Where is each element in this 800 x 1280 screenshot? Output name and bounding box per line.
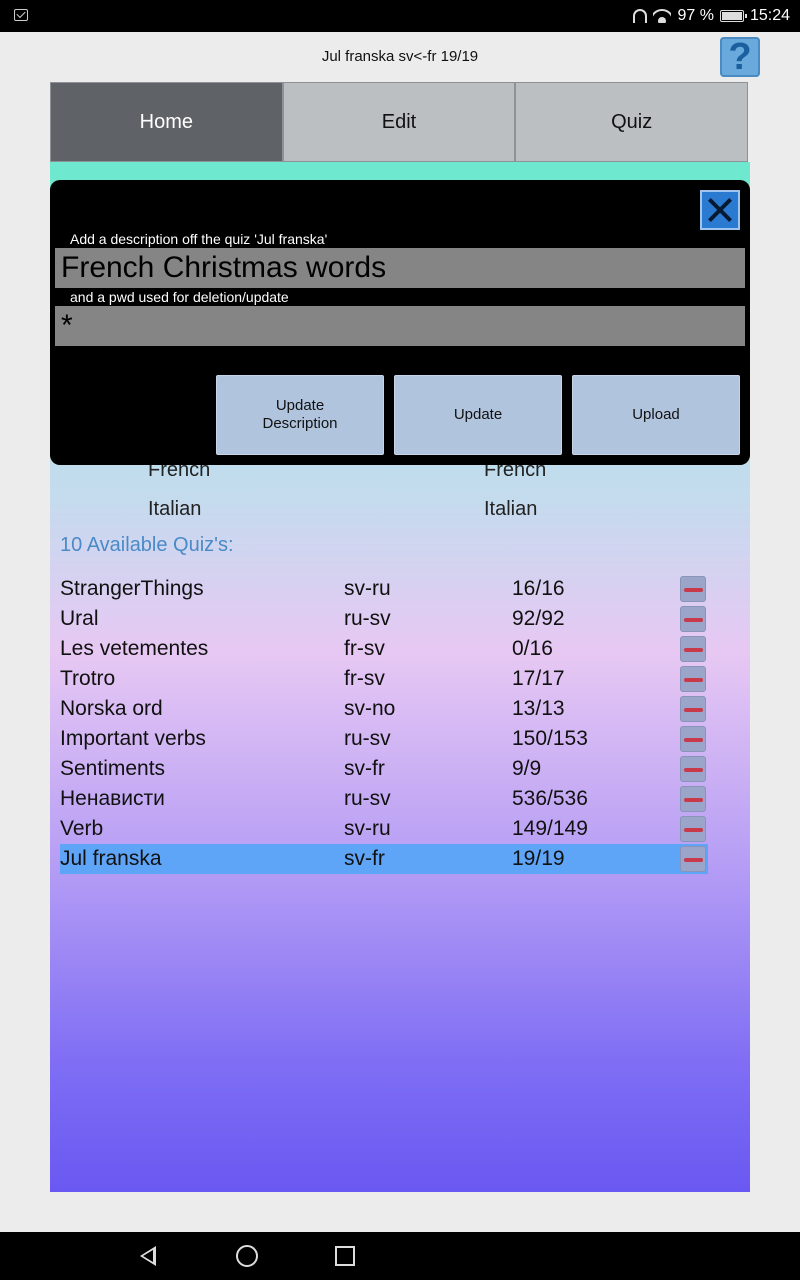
tab-bar: Home Edit Quiz: [50, 82, 749, 162]
clock: 15:24: [749, 7, 790, 24]
tab-edit[interactable]: Edit: [282, 82, 516, 162]
quiz-row[interactable]: Trotro fr-sv 17/17: [60, 664, 708, 694]
home-icon[interactable]: [236, 1245, 258, 1267]
quiz-name: Jul franska: [60, 847, 162, 870]
password-input[interactable]: *: [55, 306, 745, 346]
quiz-row[interactable]: Sentiments sv-fr 9/9: [60, 754, 708, 784]
wifi-icon: [653, 9, 672, 23]
help-button[interactable]: ?: [720, 37, 760, 77]
quiz-name: Ural: [60, 607, 99, 630]
update-description-button[interactable]: Update Description: [216, 375, 384, 455]
quiz-row-selected[interactable]: Jul franska sv-fr 19/19: [60, 844, 708, 874]
description-input[interactable]: French Christmas words: [55, 248, 745, 288]
language-left-2: Italian: [148, 498, 202, 520]
quiz-row[interactable]: Verb sv-ru 149/149: [60, 814, 708, 844]
delete-quiz-icon[interactable]: [680, 666, 706, 692]
recent-apps-icon[interactable]: [335, 1246, 355, 1266]
quiz-row[interactable]: Important verbs ru-sv 150/153: [60, 724, 708, 754]
quiz-count: 0/16: [512, 637, 553, 660]
quiz-name: Norska ord: [60, 697, 163, 720]
quiz-row[interactable]: Ural ru-sv 92/92: [60, 604, 708, 634]
quiz-count: 9/9: [512, 757, 542, 780]
quiz-language: ru-sv: [344, 787, 391, 810]
password-label: and a pwd used for deletion/update: [70, 289, 289, 305]
tab-quiz[interactable]: Quiz: [515, 82, 749, 162]
delete-quiz-icon[interactable]: [680, 786, 706, 812]
delete-quiz-icon[interactable]: [680, 696, 706, 722]
quiz-language: sv-ru: [344, 817, 391, 840]
quiz-language: ru-sv: [344, 727, 391, 750]
quiz-language: sv-fr: [344, 757, 385, 780]
status-bar: 97 % 15:24: [0, 0, 800, 32]
delete-quiz-icon[interactable]: [680, 576, 706, 602]
quiz-row[interactable]: Les vetementes fr-sv 0/16: [60, 634, 708, 664]
quiz-language: sv-ru: [344, 577, 391, 600]
quiz-name: Les vetementes: [60, 637, 209, 660]
quiz-name: Ненависти: [60, 787, 165, 810]
quiz-row[interactable]: Norska ord sv-no 13/13: [60, 694, 708, 724]
close-icon[interactable]: [700, 190, 740, 230]
delete-quiz-icon[interactable]: [680, 726, 706, 752]
quiz-name: Verb: [60, 817, 104, 840]
update-button[interactable]: Update: [394, 375, 562, 455]
headset-icon: [633, 9, 648, 23]
delete-quiz-icon[interactable]: [680, 846, 706, 872]
quiz-count: 13/13: [512, 697, 565, 720]
navigation-bar: [0, 1232, 800, 1280]
delete-quiz-icon[interactable]: [680, 816, 706, 842]
quiz-row[interactable]: StrangerThings sv-ru 16/16: [60, 574, 708, 604]
battery-icon: [719, 10, 747, 22]
quiz-name: Sentiments: [60, 757, 166, 780]
language-right-2: Italian: [484, 498, 538, 520]
delete-quiz-icon[interactable]: [680, 756, 706, 782]
page-title: Jul franska sv<-fr 19/19: [321, 48, 479, 65]
status-icons: 97 % 15:24: [633, 0, 790, 32]
delete-quiz-icon[interactable]: [680, 606, 706, 632]
upload-dialog: Add a description off the quiz 'Jul fran…: [50, 180, 750, 465]
quiz-name: Important verbs: [60, 727, 206, 750]
gallery-notification-icon: [14, 9, 28, 21]
back-icon[interactable]: [140, 1246, 156, 1266]
quiz-count: 150/153: [512, 727, 588, 750]
quiz-list-heading: 10 Available Quiz's:: [60, 534, 234, 556]
tab-home[interactable]: Home: [50, 82, 283, 162]
upload-button[interactable]: Upload: [572, 375, 740, 455]
title-bar: Jul franska sv<-fr 19/19: [0, 32, 800, 82]
battery-percent: 97 %: [677, 7, 714, 24]
quiz-language: ru-sv: [344, 607, 391, 630]
quiz-count: 19/19: [512, 847, 565, 870]
description-label: Add a description off the quiz 'Jul fran…: [70, 231, 328, 247]
quiz-list: StrangerThings sv-ru 16/16 Ural ru-sv 92…: [60, 574, 708, 874]
quiz-name: StrangerThings: [60, 577, 204, 600]
quiz-count: 17/17: [512, 667, 565, 690]
quiz-count: 536/536: [512, 787, 588, 810]
quiz-count: 92/92: [512, 607, 565, 630]
quiz-language: sv-no: [344, 697, 396, 720]
quiz-count: 16/16: [512, 577, 565, 600]
quiz-language: fr-sv: [344, 667, 385, 690]
quiz-language: fr-sv: [344, 637, 385, 660]
quiz-name: Trotro: [60, 667, 116, 690]
delete-quiz-icon[interactable]: [680, 636, 706, 662]
quiz-row[interactable]: Ненависти ru-sv 536/536: [60, 784, 708, 814]
quiz-count: 149/149: [512, 817, 588, 840]
quiz-language: sv-fr: [344, 847, 385, 870]
